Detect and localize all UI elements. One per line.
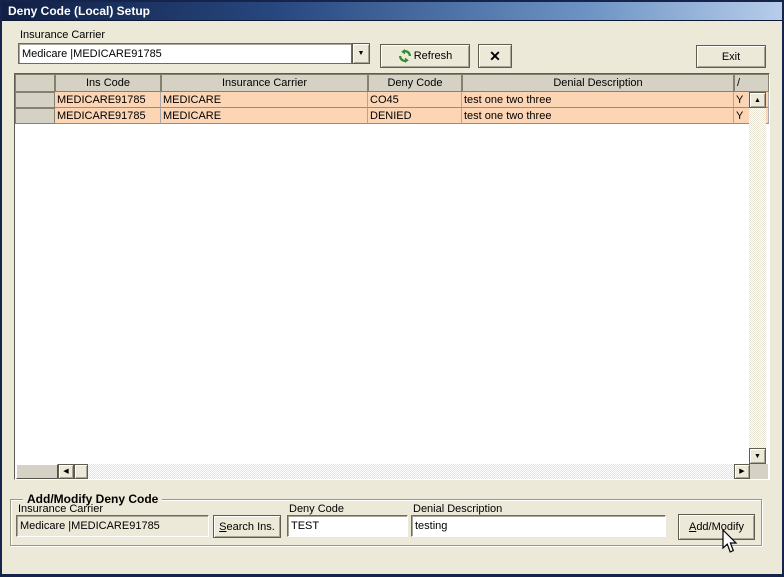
table-row[interactable]: MEDICARE91785 MEDICARE CO45 test one two…	[15, 92, 769, 108]
deny-code-input-wrap	[287, 515, 408, 537]
search-ins-button[interactable]: Search Ins.	[213, 515, 281, 538]
exit-button[interactable]: Exit	[696, 45, 766, 68]
grid-header-selector	[15, 74, 55, 92]
refresh-button[interactable]: Refresh	[380, 44, 470, 68]
table-row[interactable]: MEDICARE91785 MEDICARE DENIED test one t…	[15, 108, 769, 124]
scroll-down-icon[interactable]: ▼	[749, 448, 766, 464]
horizontal-scrollbar-thumb[interactable]	[74, 464, 88, 479]
insurance-carrier-combobox-value[interactable]: Medicare |MEDICARE91785	[18, 43, 352, 64]
grid-header-insurance-carrier[interactable]: Insurance Carrier	[161, 74, 368, 92]
deny-code-grid: Ins Code Insurance Carrier Deny Code Den…	[14, 73, 770, 480]
vertical-scrollbar[interactable]: ▲ ▼	[749, 92, 766, 464]
cell-denial-description[interactable]: test one two three	[462, 108, 734, 124]
row-selector[interactable]	[15, 92, 55, 108]
scrollbar-corner-block	[16, 464, 58, 479]
title-bar: Deny Code (Local) Setup	[2, 2, 782, 21]
deny-code-setup-window: Deny Code (Local) Setup Insurance Carrie…	[0, 0, 784, 577]
scroll-left-icon[interactable]: ◀	[58, 464, 74, 479]
cell-insurance-carrier[interactable]: MEDICARE	[161, 108, 368, 124]
refresh-icon	[398, 49, 412, 63]
clear-button[interactable]: ✕	[478, 44, 512, 68]
cell-insurance-carrier[interactable]: MEDICARE	[161, 92, 368, 108]
row-selector[interactable]	[15, 108, 55, 124]
chevron-down-icon[interactable]: ▼	[352, 43, 370, 64]
exit-button-label: Exit	[721, 50, 741, 63]
cell-denial-description[interactable]: test one two three	[462, 92, 734, 108]
denial-description-input-wrap	[411, 515, 666, 537]
window-title: Deny Code (Local) Setup	[8, 4, 151, 18]
cell-deny-code[interactable]: DENIED	[368, 108, 462, 124]
cursor-icon	[721, 528, 739, 555]
search-ins-button-label: Search Ins.	[219, 520, 275, 533]
cell-ins-code[interactable]: MEDICARE91785	[55, 92, 161, 108]
denial-description-input[interactable]	[415, 516, 665, 536]
cell-ins-code[interactable]: MEDICARE91785	[55, 108, 161, 124]
refresh-button-label: Refresh	[413, 50, 453, 62]
insurance-carrier-label: Insurance Carrier	[20, 29, 105, 41]
form-insurance-carrier-field: Medicare |MEDICARE91785	[16, 515, 209, 537]
horizontal-scrollbar-track[interactable]	[88, 464, 734, 479]
form-insurance-carrier-label: Insurance Carrier	[18, 503, 103, 515]
deny-code-input[interactable]	[291, 516, 407, 536]
scroll-right-icon[interactable]: ▶	[734, 464, 750, 479]
add-modify-button[interactable]: Add/Modify	[678, 514, 755, 540]
vertical-scrollbar-track[interactable]	[749, 108, 766, 448]
scroll-up-icon[interactable]: ▲	[749, 92, 766, 108]
grid-header-ins-code[interactable]: Ins Code	[55, 74, 161, 92]
horizontal-scrollbar[interactable]: ◀ ▶	[16, 464, 768, 479]
grid-header-partial[interactable]: /	[734, 74, 769, 92]
grid-header-row: Ins Code Insurance Carrier Deny Code Den…	[15, 74, 769, 92]
cell-deny-code[interactable]: CO45	[368, 92, 462, 108]
insurance-carrier-combobox[interactable]: Medicare |MEDICARE91785 ▼	[18, 43, 370, 64]
scrollbar-corner	[750, 464, 768, 479]
close-icon: ✕	[489, 47, 501, 64]
grid-header-deny-code[interactable]: Deny Code	[368, 74, 462, 92]
grid-header-denial-description[interactable]: Denial Description	[462, 74, 734, 92]
deny-code-label: Deny Code	[289, 503, 345, 515]
denial-description-label: Denial Description	[413, 503, 503, 515]
